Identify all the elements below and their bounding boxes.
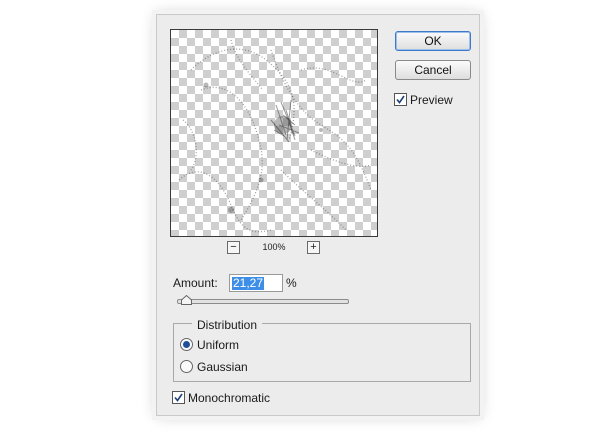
noise-preview-image	[178, 39, 372, 233]
radio-uniform-row[interactable]: Uniform	[180, 337, 239, 352]
zoom-controls: − 100% +	[170, 241, 378, 255]
monochromatic-checkbox[interactable]	[172, 391, 185, 405]
uniform-label: Uniform	[197, 337, 240, 352]
amount-value: 21,27	[232, 276, 265, 290]
gaussian-radio[interactable]	[180, 360, 193, 374]
gaussian-label: Gaussian	[197, 359, 248, 374]
uniform-radio[interactable]	[180, 338, 193, 352]
preview-label: Preview	[410, 92, 453, 107]
add-noise-dialog: − 100% + OK Cancel Preview Amount: 21,27…	[156, 14, 480, 416]
amount-slider-thumb[interactable]	[180, 295, 192, 305]
checkmark-icon	[174, 393, 183, 403]
preview-canvas[interactable]	[170, 29, 378, 237]
amount-slider-track[interactable]	[177, 299, 349, 304]
minus-icon: −	[230, 241, 237, 253]
plus-icon: +	[310, 241, 317, 253]
radio-gaussian-row[interactable]: Gaussian	[180, 359, 248, 374]
checkmark-icon	[396, 95, 405, 105]
preview-checkbox[interactable]	[394, 93, 407, 107]
distribution-legend: Distribution	[192, 318, 263, 332]
preview-checkbox-row[interactable]: Preview	[394, 92, 453, 107]
amount-unit: %	[286, 276, 297, 290]
monochromatic-label: Monochromatic	[188, 390, 271, 405]
zoom-level: 100%	[262, 242, 286, 252]
monochromatic-checkbox-row[interactable]: Monochromatic	[172, 390, 270, 405]
amount-label: Amount:	[173, 276, 218, 290]
ok-button[interactable]: OK	[395, 31, 471, 51]
zoom-in-button[interactable]: +	[307, 241, 320, 254]
cancel-button[interactable]: Cancel	[395, 60, 471, 80]
zoom-out-button[interactable]: −	[227, 241, 240, 254]
amount-input[interactable]: 21,27	[229, 274, 283, 292]
